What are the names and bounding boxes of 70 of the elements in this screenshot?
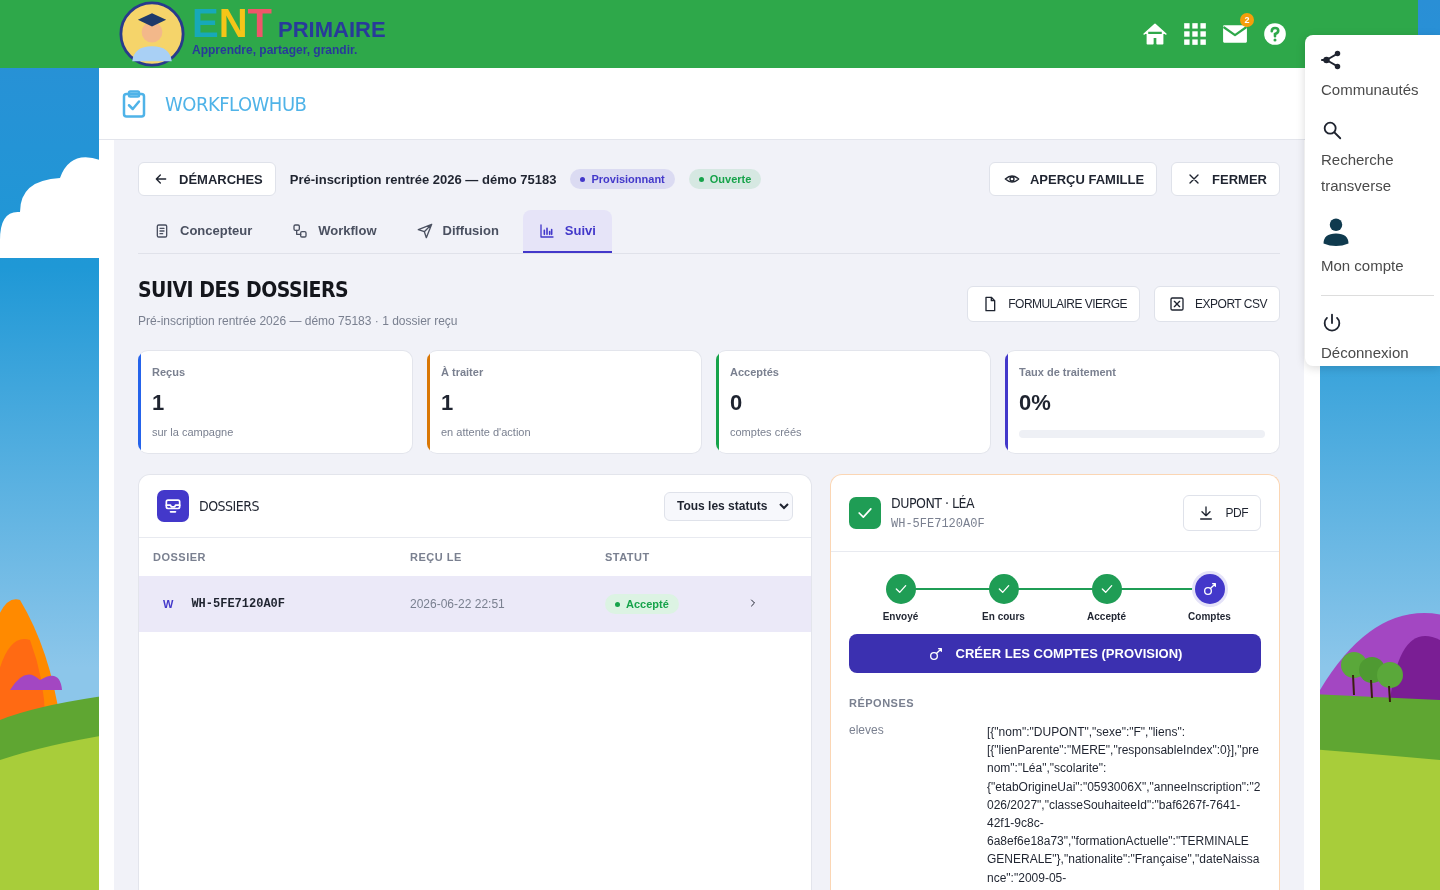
x-square-icon — [1169, 296, 1186, 312]
inbox-icon — [157, 490, 189, 522]
brand-suffix: PRIMAIRE — [278, 17, 386, 43]
arrow-left-icon — [153, 171, 169, 187]
stat-label: Taux de traitement — [1019, 366, 1117, 378]
status-filter[interactable]: Tous les statuts — [664, 491, 793, 521]
stat-note: en attente d'action — [441, 426, 532, 438]
tab[interactable]: Suivi — [522, 210, 612, 253]
export-button[interactable]: EXPORT CSV — [1154, 286, 1280, 322]
avatar-icon — [118, 1, 186, 67]
section-label: RÉPONSES — [849, 697, 916, 709]
stat-note: sur la campagne — [152, 426, 235, 438]
tab[interactable]: Concepteur — [138, 210, 269, 253]
create-accounts-button[interactable]: CRÉER LES COMPTES (PROVISION) — [849, 634, 1261, 673]
step-label: Accepté — [1087, 611, 1126, 622]
help-icon[interactable] — [1262, 21, 1288, 47]
column-header: STATUT — [605, 551, 651, 563]
stat-label: Reçus — [152, 366, 187, 378]
check-icon — [849, 497, 881, 529]
dossier-id: WH-5FE7120A0F — [891, 517, 985, 531]
table-row[interactable]: W WH-5FE7120A0F 2026-06-22 22:51 Accepté — [139, 576, 811, 632]
flow-icon — [292, 222, 309, 239]
field-label: eleves — [849, 723, 885, 739]
status-badge: Provisionnant — [570, 169, 675, 189]
download-icon — [1197, 505, 1214, 521]
tab[interactable]: Workflow — [276, 210, 393, 253]
column-header: DOSSIER — [153, 551, 207, 563]
document-icon — [154, 222, 170, 239]
menu-item[interactable]: Recherche transverse — [1321, 119, 1440, 199]
dossier-id: WH-5FE7120A0F — [191, 597, 285, 611]
notification-badge: 2 — [1240, 13, 1254, 27]
status-badge: Ouverte — [688, 169, 762, 189]
step-label: Comptes — [1188, 611, 1231, 622]
menu-item[interactable]: Déconnexion — [1321, 312, 1440, 366]
step-label: Envoyé — [882, 611, 919, 622]
stat-value: 0 — [730, 390, 744, 416]
campaign-title: Pré-inscription rentrée 2026 — démo 75183 — [289, 171, 557, 187]
tagline: Apprendre, partager, grandir. — [192, 43, 359, 57]
received-date: 2026-06-22 22:51 — [410, 597, 506, 611]
apps-grid-icon[interactable] — [1182, 21, 1208, 47]
section-title: SUIVI DES DOSSIERS — [138, 278, 350, 302]
back-button[interactable]: DÉMARCHES — [138, 162, 276, 196]
step-label: En cours — [982, 611, 1025, 622]
search-icon — [1321, 119, 1343, 141]
column-header: REÇU LE — [410, 551, 463, 563]
menu-item[interactable]: Mon compte — [1321, 215, 1440, 279]
card-title: DOSSIERS — [199, 498, 260, 514]
avatar-initial: W — [163, 598, 174, 610]
status-badge: Accepté — [605, 594, 679, 614]
close-button[interactable]: FERMER — [1171, 162, 1280, 196]
stat-note: comptes créés — [730, 426, 803, 438]
section-subtitle: Pré-inscription rentrée 2026 — démo 75183 · 1 dossier reçu — [138, 314, 459, 328]
power-icon — [1321, 312, 1343, 334]
stat-label: Acceptés — [730, 366, 780, 378]
stat-label: À traiter — [441, 366, 485, 378]
menu-item[interactable]: Communautés — [1321, 49, 1440, 103]
stat-value: 1 — [441, 390, 455, 416]
pdf-button[interactable]: PDF — [1182, 495, 1261, 531]
form-button[interactable]: FORMULAIRE VIERGE — [967, 286, 1141, 322]
send-icon — [416, 222, 433, 239]
app-title: WORKFLOWHUB — [165, 91, 307, 116]
bar-chart-icon — [538, 222, 555, 239]
share-nodes-icon — [1321, 49, 1343, 71]
tab[interactable]: Diffusion — [400, 210, 515, 253]
field-value: [{"nom":"DUPONT","sexe":"F","liens":[{"lienParente":"MERE","responsableIndex":0}],"prenom":"Léa","scolarite":{"etabOrigineUai":"0593006X","anneeInscription":"2026/2027","classeSouhaiteeId":"baf6267f-7641-42f1-9c8c-6a8ef6e18a73","formationActuelle":"TERMINALE GENERALE"},"nationalite":"Française","dateNaissance":"2009-05- — [987, 724, 1261, 887]
person-name: DUPONT · LÉA — [891, 495, 976, 511]
stat-value: 0% — [1019, 390, 1052, 416]
home-icon[interactable] — [1142, 21, 1168, 47]
preview-button[interactable]: APERÇU FAMILLE — [989, 162, 1158, 196]
stat-value: 1 — [152, 390, 166, 416]
